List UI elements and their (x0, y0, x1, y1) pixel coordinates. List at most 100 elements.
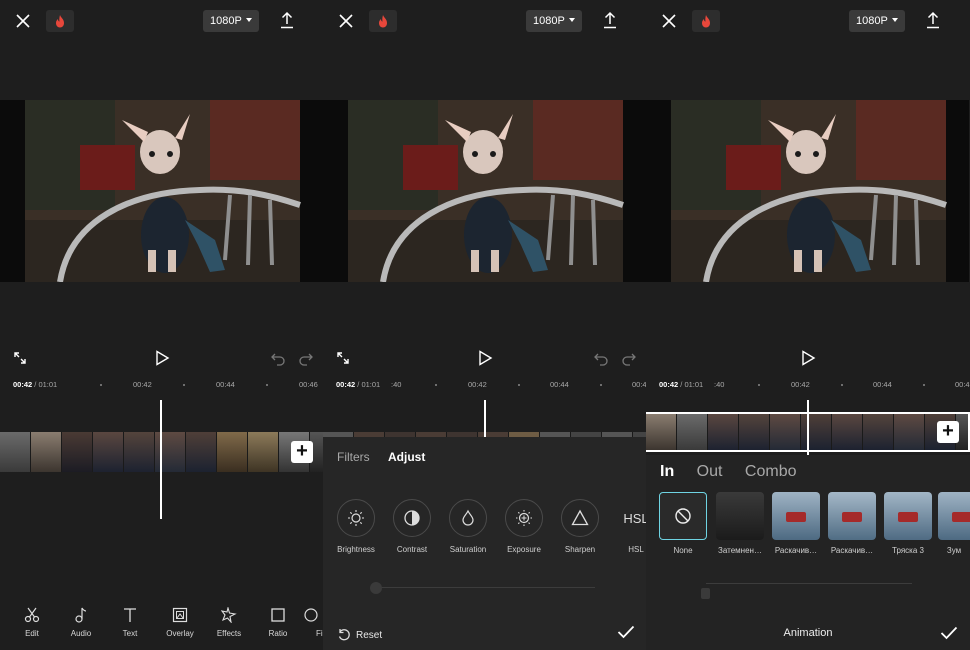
redo-icon[interactable] (621, 350, 639, 368)
time-mark: 00:4 (955, 380, 970, 389)
animation-thumbnail (828, 492, 876, 540)
ruler-dot (183, 384, 185, 386)
editor-panel-adjust: 1080P 00:42 / 01:01:40 00:42 00:44 00:4… (323, 0, 646, 650)
tab-adjust[interactable]: Adjust (388, 450, 425, 464)
playhead[interactable] (160, 400, 162, 519)
duration-slider-knob[interactable] (701, 588, 710, 599)
adjust-label: Saturation (449, 545, 487, 554)
caret-down-icon (891, 18, 898, 22)
clip-frame (186, 432, 217, 472)
animation-shake-3[interactable]: Тряска 3 (884, 492, 932, 555)
close-icon[interactable] (337, 12, 355, 30)
tool-edit[interactable]: Edit (12, 606, 52, 638)
confirm-check-icon[interactable] (940, 626, 958, 645)
tab-filters[interactable]: Filters (337, 450, 370, 464)
tool-text[interactable]: Text (110, 606, 150, 638)
resolution-dropdown[interactable]: 1080P (849, 10, 905, 32)
resolution-dropdown[interactable]: 1080P (526, 10, 582, 32)
clip-frame (894, 414, 925, 450)
undo-icon[interactable] (270, 350, 288, 368)
total-time-value: / 01:01 (678, 380, 704, 389)
hsl-icon: HSL (617, 499, 646, 537)
caret-down-icon (568, 18, 575, 22)
contrast-icon (393, 499, 431, 537)
tab-out[interactable]: Out (697, 463, 723, 480)
flame-icon[interactable] (369, 10, 397, 32)
fullscreen-icon[interactable] (335, 350, 353, 368)
animation-swing-1[interactable]: Раскачив… (772, 492, 820, 555)
reset-button[interactable]: Reset (337, 628, 382, 642)
adjust-exposure[interactable]: Exposure (502, 499, 546, 554)
timeline-ruler: 00:42 / 01:01 :40 00:42 00:44 00:4 (323, 376, 646, 392)
flame-icon[interactable] (46, 10, 74, 32)
play-icon[interactable] (154, 350, 172, 368)
tool-label: Audio (70, 629, 92, 638)
video-preview (646, 100, 969, 282)
adjust-label: Brightness (337, 545, 375, 554)
fullscreen-icon[interactable] (12, 350, 30, 368)
confirm-check-icon[interactable] (617, 625, 635, 642)
animation-label: Раскачив… (830, 546, 874, 555)
resolution-label: 1080P (856, 15, 888, 27)
adjust-slider-knob[interactable] (370, 582, 382, 594)
play-icon[interactable] (477, 350, 495, 368)
tool-overlay[interactable]: Overlay (160, 606, 200, 638)
tool-ratio[interactable]: Ratio (258, 606, 298, 638)
clip-frame (739, 414, 770, 450)
close-icon[interactable] (14, 12, 32, 30)
tab-in[interactable]: In (660, 463, 674, 480)
adjust-sharpen[interactable]: Sharpen (558, 499, 602, 554)
ruler-dot (841, 384, 843, 386)
current-time-value: 00:42 (336, 380, 356, 389)
total-time-value: / 01:01 (32, 380, 58, 389)
undo-icon[interactable] (593, 350, 611, 368)
ruler-dot (266, 384, 268, 386)
clip-frame (708, 414, 739, 450)
clip-frame (217, 432, 248, 472)
animation-swing-2[interactable]: Раскачив… (828, 492, 876, 555)
time-mark: :40 (391, 380, 402, 389)
playhead[interactable] (807, 400, 809, 455)
animation-none[interactable]: None (659, 492, 707, 555)
tab-combo[interactable]: Combo (745, 463, 797, 480)
ruler-dot (600, 384, 602, 386)
animation-fade[interactable]: Затемнен… (716, 492, 764, 555)
animation-zoom[interactable]: Зум (938, 492, 970, 555)
text-icon (110, 606, 150, 624)
current-time: 00:42 / 01:01 (336, 380, 380, 389)
close-icon[interactable] (660, 12, 678, 30)
overlay-icon (160, 606, 200, 624)
duration-slider-track[interactable] (706, 583, 912, 584)
add-clip-button[interactable]: + (937, 421, 959, 443)
adjust-slider-track[interactable] (373, 587, 595, 588)
adjust-hsl[interactable]: HSL HSL (614, 499, 646, 555)
animation-thumbnail (772, 492, 820, 540)
adjust-label: Exposure (507, 545, 541, 554)
tool-effects[interactable]: Effects (209, 606, 249, 638)
animation-label: Раскачив… (774, 546, 818, 555)
playhead[interactable] (484, 400, 486, 437)
export-icon[interactable] (602, 10, 618, 30)
clip-frame (677, 414, 708, 450)
adjust-contrast[interactable]: Contrast (390, 499, 434, 554)
adjust-saturation[interactable]: Saturation (446, 499, 490, 554)
animation-thumbnail (716, 492, 764, 540)
time-mark: 00:46 (299, 380, 318, 389)
tool-audio[interactable]: Audio (61, 606, 101, 638)
flame-icon[interactable] (692, 10, 720, 32)
resolution-dropdown[interactable]: 1080P (203, 10, 259, 32)
clip-frame (770, 414, 801, 450)
export-icon[interactable] (925, 10, 941, 30)
export-icon[interactable] (279, 10, 295, 30)
ruler-dot (518, 384, 520, 386)
redo-icon[interactable] (298, 350, 316, 368)
play-icon[interactable] (800, 350, 818, 368)
add-clip-button[interactable]: + (291, 441, 313, 463)
editor-panel-animation: 1080P 00:42 / 01:01 :40 00:42 00:44 00:4… (646, 0, 970, 650)
tool-filter[interactable]: Fi (303, 606, 323, 638)
tool-label: Effects (216, 629, 242, 638)
adjust-sheet: Filters Adjust Brightness Contrast Satur… (323, 437, 646, 650)
adjust-brightness[interactable]: Brightness (334, 499, 378, 554)
sharpen-icon (561, 499, 599, 537)
tool-label: Edit (25, 629, 39, 638)
